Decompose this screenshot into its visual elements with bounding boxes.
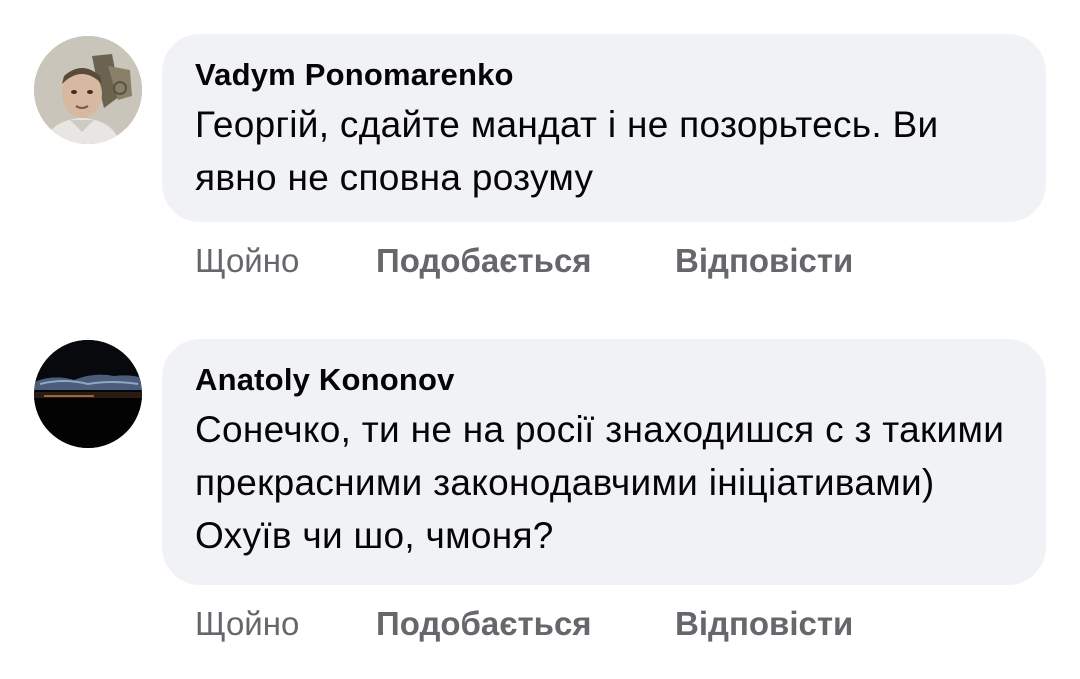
comment-bubble: Anatoly Kononov Сонечко, ти не на росії … (162, 339, 1046, 585)
reply-button[interactable]: Відповісти (675, 241, 853, 281)
reply-button[interactable]: Відповісти (675, 604, 853, 644)
avatar[interactable] (34, 340, 142, 448)
comment-text: Сонечко, ти не на росії знаходишся с з т… (195, 409, 1005, 556)
comment-text: Георгій, сдайте мандат і не позорьтесь. … (195, 104, 939, 198)
avatar[interactable] (34, 36, 142, 144)
night-sky-avatar-icon (34, 340, 142, 448)
comment-author[interactable]: Anatoly Kononov (195, 361, 1016, 399)
comment-bubble: Vadym Ponomarenko Георгій, сдайте мандат… (162, 34, 1046, 222)
user-photo-avatar-icon (34, 36, 142, 144)
comment-timestamp[interactable]: Щойно (195, 604, 299, 644)
comment-author[interactable]: Vadym Ponomarenko (195, 56, 1016, 94)
like-button[interactable]: Подобається (376, 241, 592, 281)
like-button[interactable]: Подобається (376, 604, 592, 644)
comment-timestamp[interactable]: Щойно (195, 241, 299, 281)
